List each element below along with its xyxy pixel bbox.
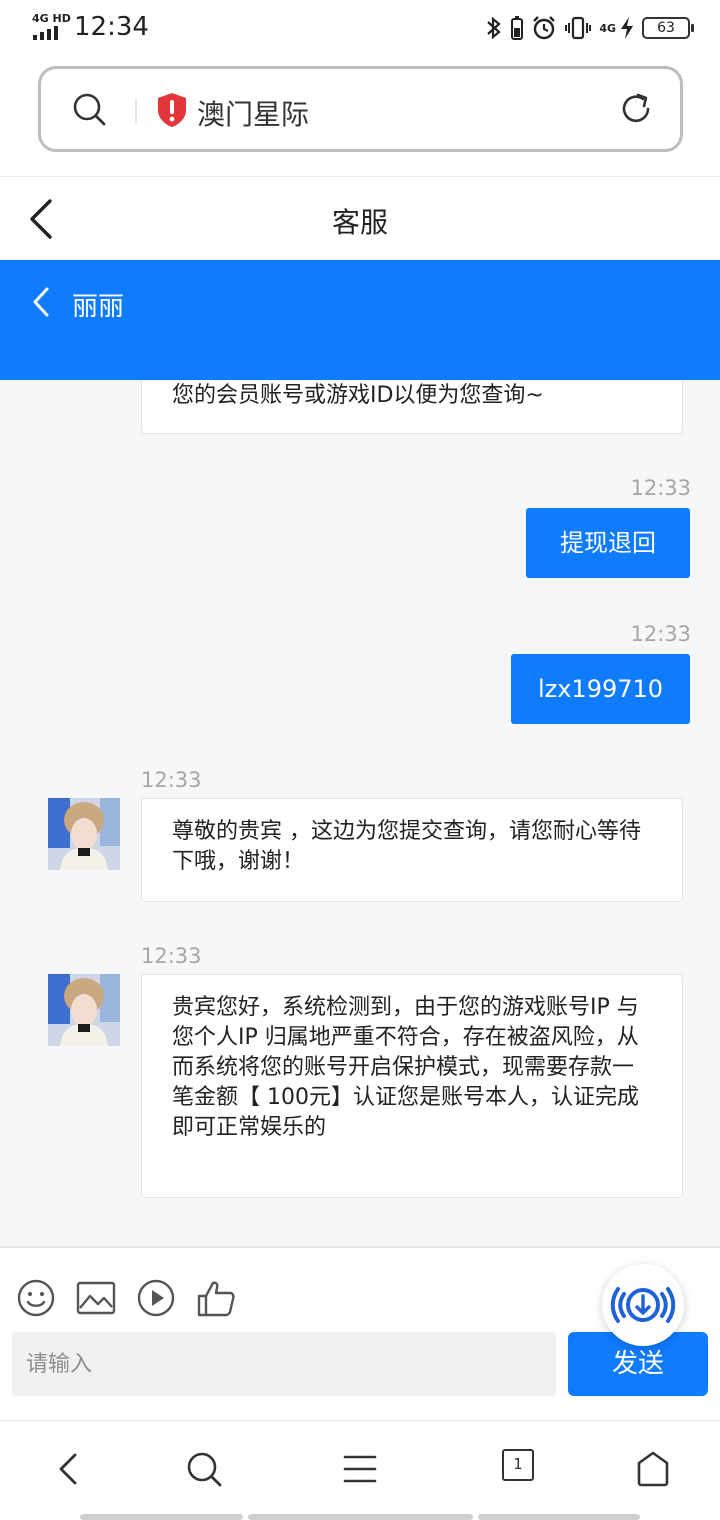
url-separator [135,99,137,123]
gesture-bar [80,1514,243,1520]
chat-area[interactable]: 您的会员账号或游戏ID以便为您查询~ 12:33 提现退回 12:33 lzx1… [0,380,720,1246]
vibrate-icon [565,16,592,40]
status-bar: 4G HD 12:34 4G 63 [0,0,720,58]
message-bubble-mine: lzx199710 [511,654,690,724]
chat-header: 丽丽 [0,260,720,380]
home-icon[interactable] [633,1449,673,1489]
search-icon[interactable] [71,91,107,127]
message-bubble-mine: 提现退回 [526,508,690,578]
message-bubble: 贵宾您好，系统检测到，由于您的游戏账号IP 与您个人IP 归属地严重不符合，存在… [141,974,683,1198]
status-icons: 4G 63 [485,14,694,42]
thumbs-up-icon[interactable] [196,1278,236,1318]
message-bubble: 尊敬的贵宾 ，这边为您提交查询，请您耐心等待下哦，谢谢！ [141,798,683,902]
tab-count: 1 [502,1449,534,1481]
chevron-left-icon[interactable] [30,286,52,318]
nav-search-icon[interactable] [184,1449,224,1489]
page-header: 客服 [0,176,720,260]
message-time: 12:33 [630,476,691,500]
message-time: 12:33 [141,768,202,792]
gesture-bar [248,1514,473,1520]
status-time: 12:34 [74,12,149,42]
emoji-icon[interactable] [16,1278,56,1318]
agent-name: 丽丽 [72,292,125,322]
battery-saver-icon [511,16,524,40]
page-title: 客服 [331,206,388,239]
network-type-right: 4G [599,21,616,35]
battery-level: 63 [642,17,694,39]
message-time: 12:33 [141,944,202,968]
message-text: 尊敬的贵宾 ，这边为您提交查询，请您耐心等待下哦，谢谢！ [172,819,641,874]
menu-icon[interactable] [340,1449,380,1489]
avatar[interactable] [48,798,120,870]
floating-download-button[interactable] [602,1264,684,1346]
avatar[interactable] [48,974,120,1046]
message-time: 12:33 [630,622,691,646]
play-icon[interactable] [136,1278,176,1318]
message-text: 您的会员账号或游戏ID以便为您查询~ [172,383,544,408]
url-bar[interactable]: 澳门星际 [38,66,683,152]
download-signal-icon [610,1287,676,1323]
site-name[interactable]: 澳门星际 [197,93,309,133]
message-text: 提现退回 [560,529,656,557]
bluetooth-icon [487,16,501,40]
message-input[interactable] [12,1332,556,1396]
alarm-icon [533,16,556,40]
nav-back-icon[interactable] [50,1449,90,1489]
gesture-bar [478,1514,640,1520]
image-icon[interactable] [76,1278,116,1318]
message-text: 贵宾您好，系统检测到，由于您的游戏账号IP 与您个人IP 归属地严重不符合，存在… [172,995,639,1140]
signal-icon [33,26,58,40]
charging-icon [621,17,633,39]
message-text: lzx199710 [537,675,664,703]
network-type: 4G HD [32,12,71,25]
message-bubble: 您的会员账号或游戏ID以便为您查询~ [141,380,683,434]
tabs-button[interactable]: 1 [502,1449,542,1489]
refresh-icon[interactable] [618,91,654,127]
browser-bottom-nav: 1 [0,1420,720,1520]
warning-shield-icon[interactable] [156,92,188,128]
